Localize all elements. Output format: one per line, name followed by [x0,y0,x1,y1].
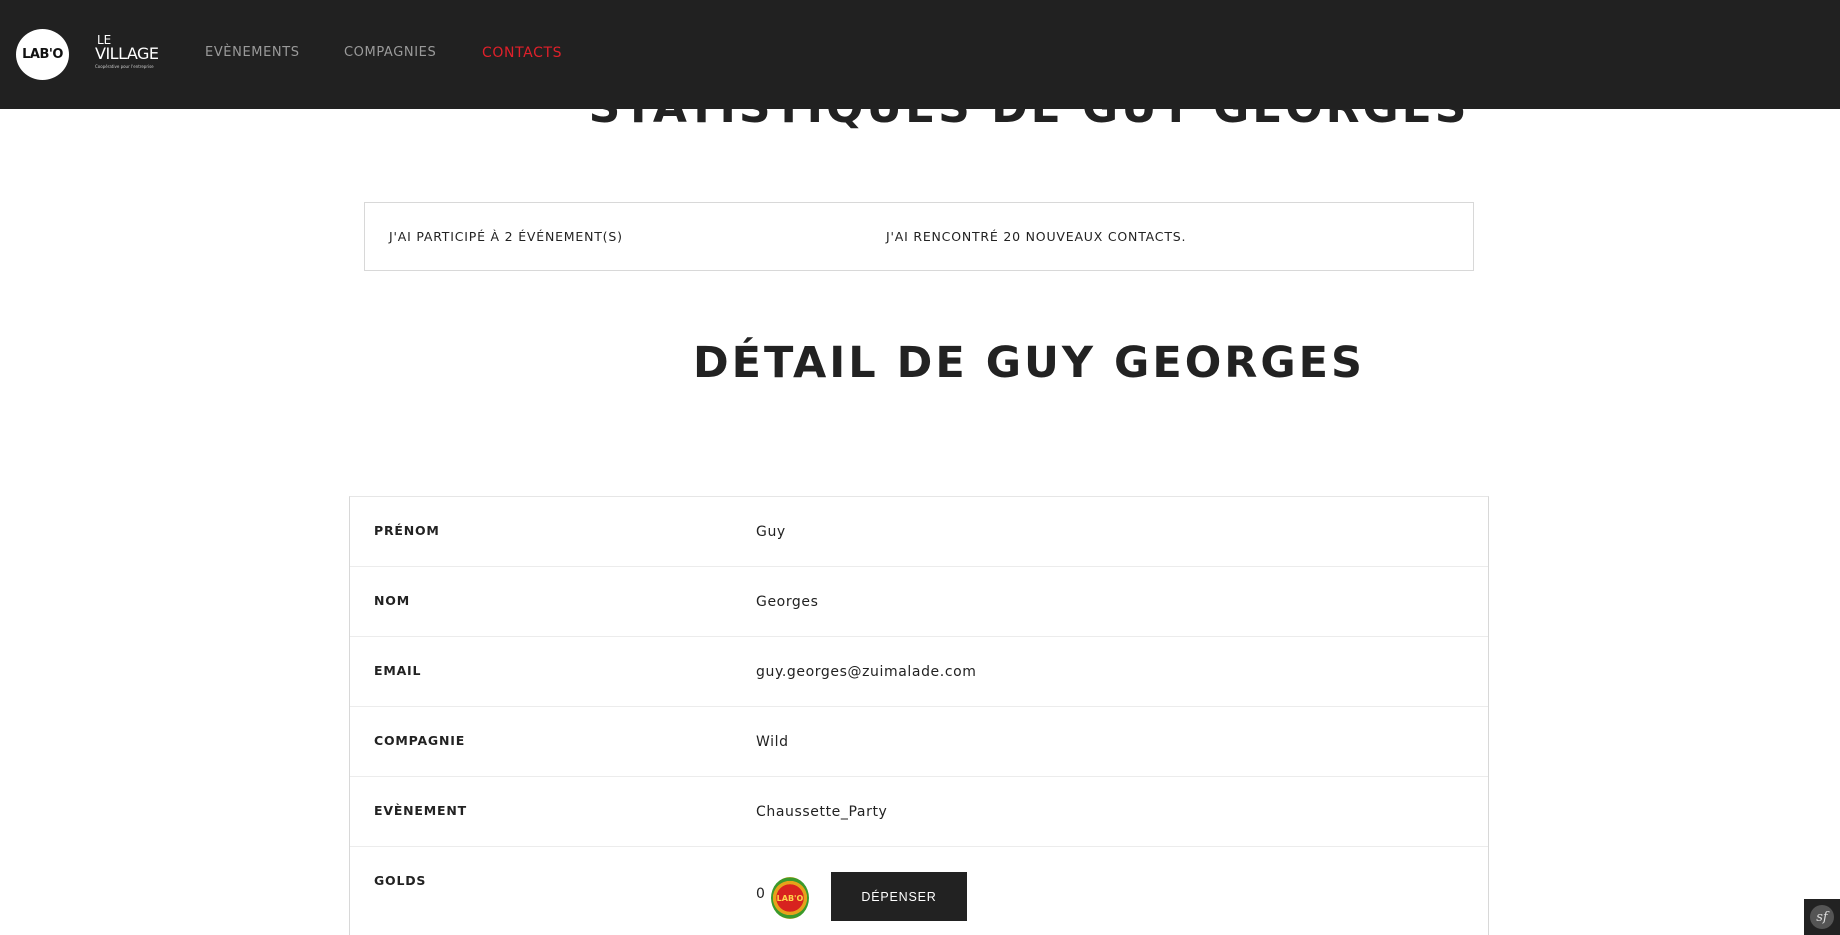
golds-count: 0 [756,886,765,902]
village-logo-main: VILLAGE [95,44,159,63]
golds-label: GOLDS [374,873,427,888]
top-navbar: LAB'O LE VILLAGE Coopérative pour l'entr… [0,0,1840,109]
company-label: COMPAGNIE [374,733,466,748]
nav-link-companies[interactable]: COMPAGNIES [344,45,436,60]
gold-coin-icon: LAB'O [771,877,809,919]
village-logo[interactable]: LE VILLAGE Coopérative pour l'entreprise [93,34,159,74]
company-value: Wild [756,734,789,750]
event-value: Chaussette_Party [756,804,888,820]
stat-contacts: J'AI RENCONTRÉ 20 NOUVEAUX CONTACTS. [886,229,1187,244]
detail-row-firstname: PRÉNOM Guy [350,497,1488,567]
detail-row-golds: GOLDS 0 LAB'O DÉPENSER [350,847,1488,935]
stat-events: J'AI PARTICIPÉ À 2 ÉVÉNEMENT(S) [389,229,623,244]
detail-row-lastname: NOM Georges [350,567,1488,637]
email-label: EMAIL [374,663,422,678]
village-logo-tagline: Coopérative pour l'entreprise [95,64,154,69]
lastname-value: Georges [756,594,819,610]
spend-button[interactable]: DÉPENSER [831,872,967,921]
lastname-label: NOM [374,593,410,608]
event-label: EVÈNEMENT [374,803,467,818]
stats-box: J'AI PARTICIPÉ À 2 ÉVÉNEMENT(S) J'AI REN… [364,202,1474,271]
symfony-debug-toolbar-toggle[interactable]: sf [1804,899,1840,935]
detail-table: PRÉNOM Guy NOM Georges EMAIL guy.georges… [349,496,1489,935]
detail-title: DÉTAIL DE GUY GEORGES [692,338,1366,388]
main-content: STATISTIQUES DE GUY GEORGES J'AI PARTICI… [0,0,1840,935]
detail-row-company: COMPAGNIE Wild [350,707,1488,777]
firstname-label: PRÉNOM [374,523,440,538]
labo-logo[interactable]: LAB'O [16,29,69,80]
nav-link-contacts[interactable]: CONTACTS [482,45,562,61]
detail-row-email: EMAIL guy.georges@zuimalade.com [350,637,1488,707]
detail-row-event: EVÈNEMENT Chaussette_Party [350,777,1488,847]
nav-link-events[interactable]: EVÈNEMENTS [205,45,300,60]
symfony-icon: sf [1810,905,1834,929]
email-value: guy.georges@zuimalade.com [756,664,977,680]
firstname-value: Guy [756,524,786,540]
